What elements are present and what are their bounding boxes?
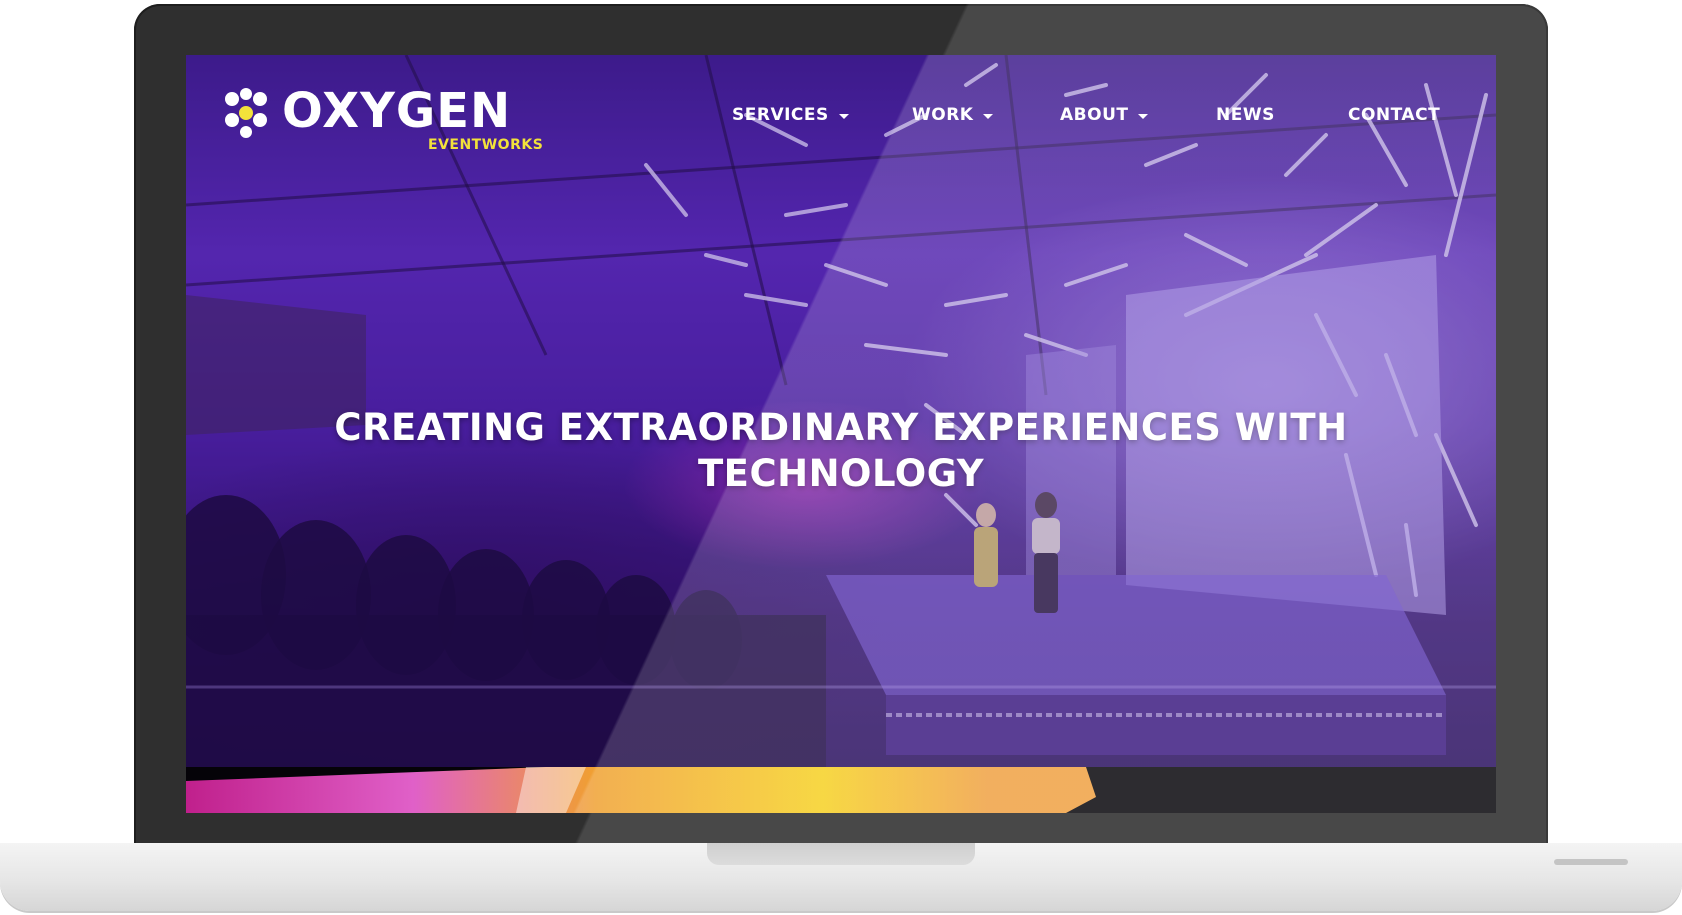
hero-headline: CREATING EXTRAORDINARY EXPERIENCES WITH … [186, 405, 1496, 497]
laptop-screen: OXYGEN EVENTWORKS SERVICES WORK ABOUT NE… [186, 55, 1496, 813]
laptop-base-notch [707, 843, 975, 865]
nav-item-contact[interactable]: CONTACT [1348, 105, 1440, 125]
next-section-preview [186, 767, 1496, 813]
hero-headline-line1: CREATING EXTRAORDINARY EXPERIENCES WITH [334, 406, 1348, 449]
chevron-down-icon [983, 113, 994, 119]
laptop-base [0, 843, 1682, 911]
laptop-indicator-light [1554, 859, 1628, 865]
nav-label: SERVICES [732, 105, 829, 125]
nav-item-about[interactable]: ABOUT [1060, 105, 1149, 125]
chevron-down-icon [838, 113, 849, 119]
nav-label: ABOUT [1060, 105, 1129, 125]
hero-section: OXYGEN EVENTWORKS SERVICES WORK ABOUT NE… [186, 55, 1496, 767]
nav-label: CONTACT [1348, 105, 1441, 125]
chevron-down-icon [1138, 113, 1149, 119]
nav-item-services[interactable]: SERVICES [732, 105, 849, 125]
nav-item-news[interactable]: NEWS [1216, 105, 1275, 125]
main-nav: SERVICES WORK ABOUT NEWS CONTACT [186, 105, 1496, 135]
nav-label: WORK [912, 105, 974, 125]
nav-label: NEWS [1216, 105, 1275, 125]
laptop-mockup: OXYGEN EVENTWORKS SERVICES WORK ABOUT NE… [0, 0, 1682, 915]
next-section-image [186, 767, 1096, 813]
hero-headline-line2: TECHNOLOGY [697, 452, 985, 495]
nav-item-work[interactable]: WORK [912, 105, 994, 125]
brand-tagline: EVENTWORKS [428, 137, 544, 153]
